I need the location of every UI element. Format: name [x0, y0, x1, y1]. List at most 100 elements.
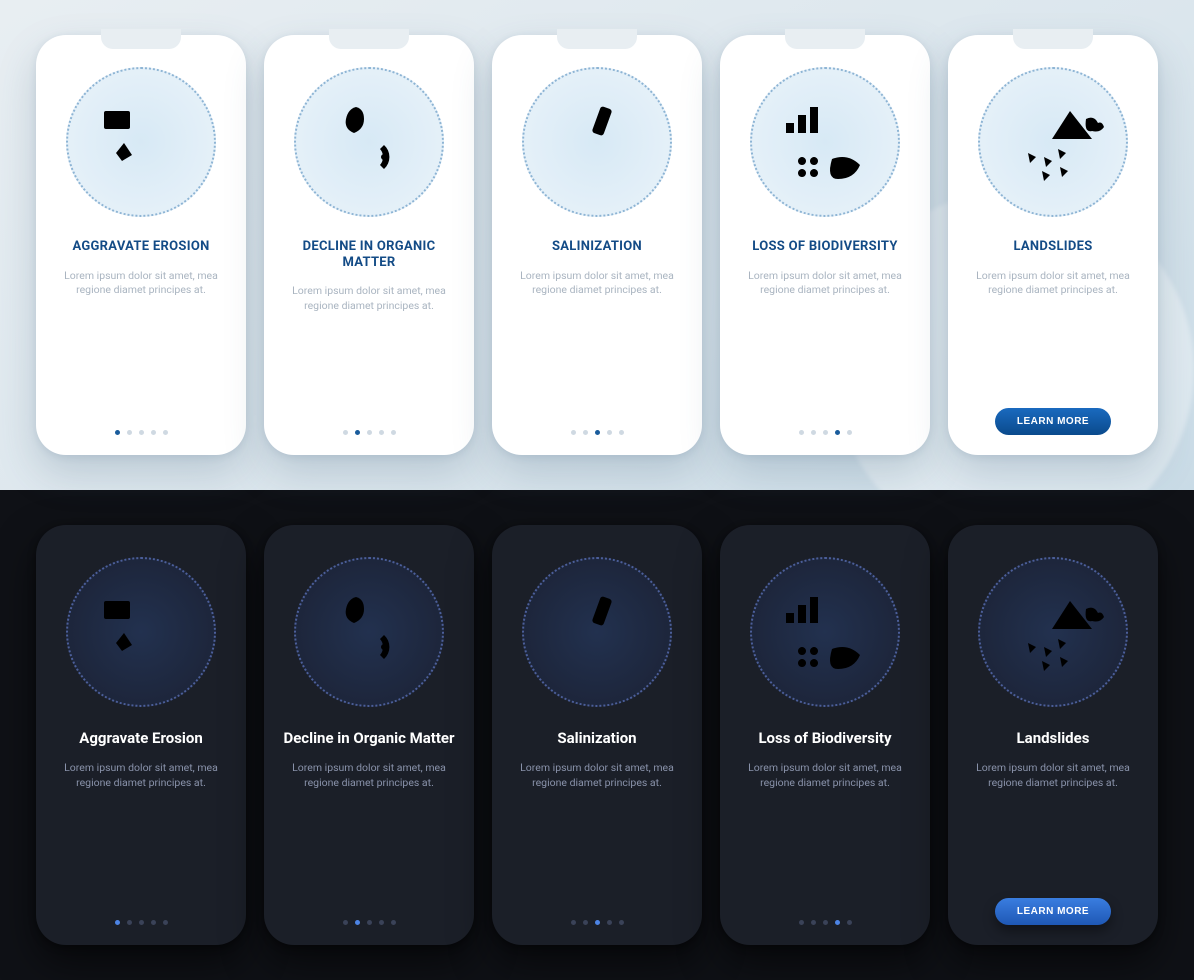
card-footer	[508, 430, 686, 435]
card-footer	[52, 430, 230, 435]
page-indicator[interactable]	[571, 430, 624, 435]
onboarding-card-4: LANDSLIDESLorem ipsum dolor sit amet, me…	[948, 35, 1158, 455]
page-dot-2[interactable]	[823, 920, 828, 925]
page-dot-0[interactable]	[799, 920, 804, 925]
page-dot-3[interactable]	[835, 430, 840, 435]
page-dot-4[interactable]	[847, 430, 852, 435]
card-title: Decline in Organic Matter	[283, 729, 454, 747]
onboarding-card-0: AGGRAVATE EROSION Lorem ipsum dolor sit a…	[36, 35, 246, 455]
erosion-icon	[66, 557, 216, 707]
card-footer	[736, 430, 914, 435]
card-description: Lorem ipsum dolor sit amet, mea regione …	[56, 269, 226, 298]
card-footer	[736, 920, 914, 925]
page-dot-4[interactable]	[619, 430, 624, 435]
page-dot-3[interactable]	[151, 920, 156, 925]
phone-notch	[101, 29, 181, 49]
phone-notch	[329, 29, 409, 49]
page-indicator[interactable]	[343, 920, 396, 925]
card-footer	[52, 920, 230, 925]
page-dot-0[interactable]	[799, 430, 804, 435]
salinization-icon	[522, 67, 672, 217]
page-dot-2[interactable]	[595, 430, 600, 435]
page-dot-0[interactable]	[571, 920, 576, 925]
onboarding-card-0: Aggravate Erosion Lorem ipsum dolor sit a…	[36, 525, 246, 945]
page-indicator[interactable]	[115, 430, 168, 435]
page-dot-2[interactable]	[367, 920, 372, 925]
card-description: Lorem ipsum dolor sit amet, mea regione …	[512, 761, 682, 790]
learn-more-button[interactable]: LEARN MORE	[995, 408, 1111, 435]
page-dot-1[interactable]	[355, 920, 360, 925]
onboarding-card-1: Decline in Organic Matter Lorem ipsum dol…	[264, 525, 474, 945]
card-description: Lorem ipsum dolor sit amet, mea regione …	[284, 284, 454, 313]
card-title: Loss of Biodiversity	[758, 729, 891, 747]
page-dot-3[interactable]	[607, 920, 612, 925]
page-dot-1[interactable]	[583, 430, 588, 435]
card-description: Lorem ipsum dolor sit amet, mea regione …	[968, 761, 1138, 790]
page-dot-2[interactable]	[595, 920, 600, 925]
page-dot-1[interactable]	[127, 920, 132, 925]
page-dot-4[interactable]	[847, 920, 852, 925]
page-dot-4[interactable]	[163, 920, 168, 925]
page-dot-4[interactable]	[391, 920, 396, 925]
dark-theme-row: Aggravate Erosion Lorem ipsum dolor sit a…	[0, 490, 1194, 980]
page-dot-3[interactable]	[379, 920, 384, 925]
phone-notch	[1013, 29, 1093, 49]
page-dot-4[interactable]	[391, 430, 396, 435]
biodiversity-icon	[750, 67, 900, 217]
card-footer	[508, 920, 686, 925]
page-dot-0[interactable]	[343, 920, 348, 925]
page-dot-3[interactable]	[379, 430, 384, 435]
page-indicator[interactable]	[115, 920, 168, 925]
page-dot-4[interactable]	[619, 920, 624, 925]
page-dot-0[interactable]	[115, 430, 120, 435]
organic-icon	[294, 67, 444, 217]
card-description: Lorem ipsum dolor sit amet, mea regione …	[512, 269, 682, 298]
page-indicator[interactable]	[343, 430, 396, 435]
onboarding-card-1: DECLINE IN ORGANIC MATTERLorem ipsum dol…	[264, 35, 474, 455]
page-indicator[interactable]	[799, 430, 852, 435]
page-dot-3[interactable]	[151, 430, 156, 435]
page-dot-0[interactable]	[343, 430, 348, 435]
page-dot-0[interactable]	[115, 920, 120, 925]
page-dot-2[interactable]	[139, 920, 144, 925]
page-dot-0[interactable]	[571, 430, 576, 435]
onboarding-card-3: LOSS OF BIODIVERSITYLorem ipsum dolor si…	[720, 35, 930, 455]
card-title: Aggravate Erosion	[79, 729, 203, 747]
erosion-icon	[66, 67, 216, 217]
card-title: SALINIZATION	[552, 239, 642, 255]
page-dot-1[interactable]	[583, 920, 588, 925]
organic-icon	[294, 557, 444, 707]
page-dot-2[interactable]	[367, 430, 372, 435]
onboarding-card-2: Salinization Lorem ipsum dolor sit amet, …	[492, 525, 702, 945]
card-title: AGGRAVATE EROSION	[72, 239, 209, 255]
card-footer	[280, 920, 458, 925]
page-dot-3[interactable]	[835, 920, 840, 925]
onboarding-card-4: LandslidesLorem ipsum dolor sit amet, me…	[948, 525, 1158, 945]
phone-notch	[785, 29, 865, 49]
card-title: LOSS OF BIODIVERSITY	[752, 239, 897, 255]
learn-more-button[interactable]: LEARN MORE	[995, 898, 1111, 925]
page-dot-3[interactable]	[607, 430, 612, 435]
onboarding-card-2: SALINIZATION Lorem ipsum dolor sit amet, …	[492, 35, 702, 455]
light-theme-row: AGGRAVATE EROSION Lorem ipsum dolor sit a…	[0, 0, 1194, 490]
page-dot-1[interactable]	[811, 430, 816, 435]
page-dot-4[interactable]	[163, 430, 168, 435]
page-dot-2[interactable]	[823, 430, 828, 435]
card-footer	[280, 430, 458, 435]
page-indicator[interactable]	[799, 920, 852, 925]
phone-notch	[557, 29, 637, 49]
card-footer: LEARN MORE	[964, 408, 1142, 435]
biodiversity-icon	[750, 557, 900, 707]
page-dot-1[interactable]	[811, 920, 816, 925]
card-description: Lorem ipsum dolor sit amet, mea regione …	[284, 761, 454, 790]
card-description: Lorem ipsum dolor sit amet, mea regione …	[56, 761, 226, 790]
card-title: Salinization	[557, 729, 636, 747]
landslides-icon	[978, 557, 1128, 707]
page-dot-1[interactable]	[127, 430, 132, 435]
card-description: Lorem ipsum dolor sit amet, mea regione …	[740, 761, 910, 790]
page-dot-1[interactable]	[355, 430, 360, 435]
page-indicator[interactable]	[571, 920, 624, 925]
salinization-icon	[522, 557, 672, 707]
page-dot-2[interactable]	[139, 430, 144, 435]
landslides-icon	[978, 67, 1128, 217]
